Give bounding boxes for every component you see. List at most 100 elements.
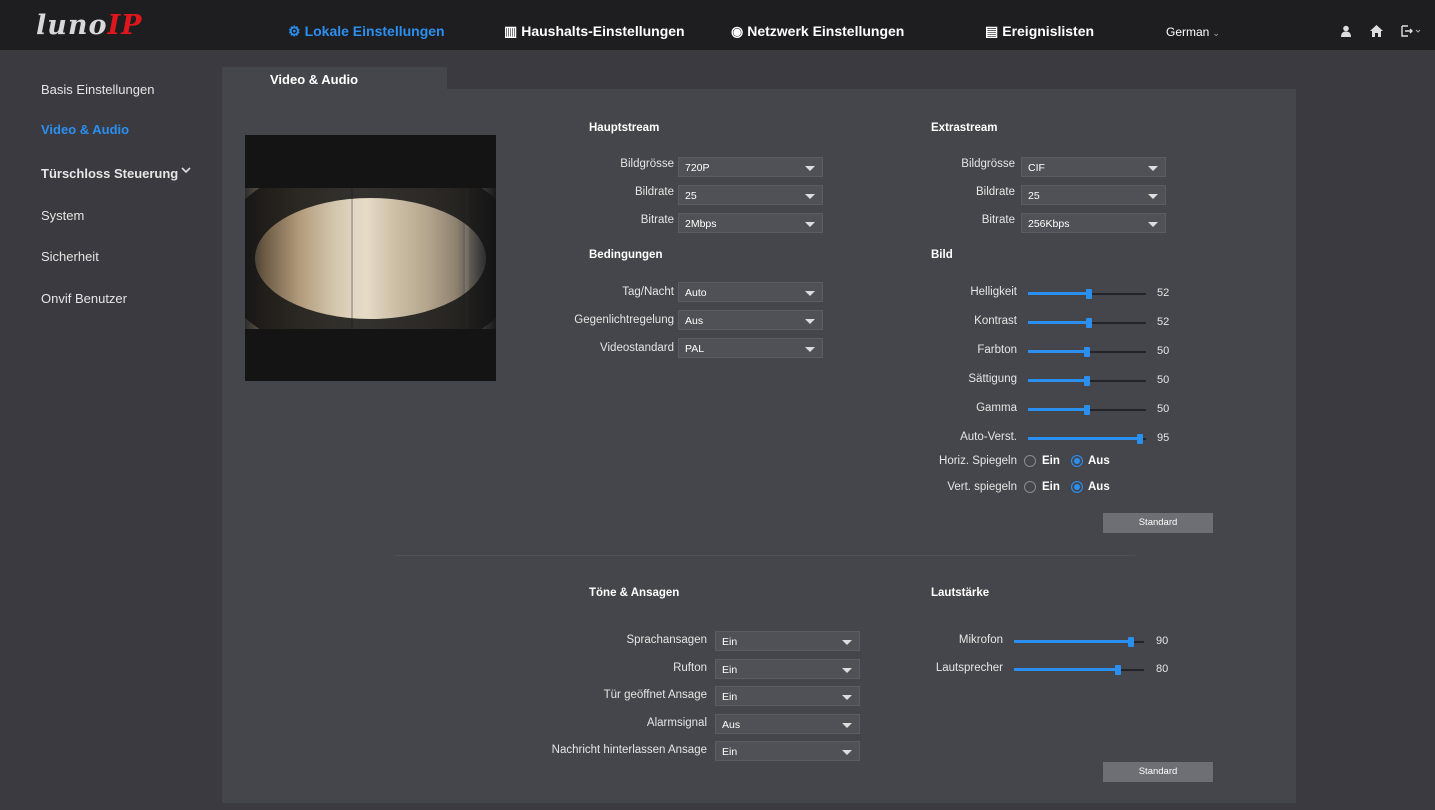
- slider-6[interactable]: [1028, 432, 1146, 446]
- slider-4[interactable]: [1028, 374, 1146, 388]
- select-tagnacht[interactable]: Auto: [678, 282, 823, 302]
- sidebar-item-system[interactable]: System: [41, 208, 84, 223]
- slider-fill: [1014, 668, 1118, 671]
- select-toene-1[interactable]: Ein: [715, 631, 860, 651]
- radio-vert-aus[interactable]: [1071, 481, 1083, 493]
- label-toene-5: Nachricht hinterlassen Ansage: [551, 744, 707, 756]
- slider-fill: [1028, 437, 1141, 440]
- select-toene-3[interactable]: Ein: [715, 686, 860, 706]
- user-icon[interactable]: [1340, 25, 1352, 40]
- slider-value: 50: [1157, 374, 1170, 386]
- sidebar-item-tuerschloss[interactable]: Türschloss Steuerung: [41, 166, 191, 181]
- nav-netzwerk-einstellungen[interactable]: ◉ Netzwerk Einstellungen: [731, 0, 904, 50]
- label-horiz-spiegeln: Horiz. Spiegeln: [939, 455, 1017, 467]
- section-bedingungen: Bedingungen: [589, 249, 663, 261]
- slider-fill: [1028, 321, 1090, 324]
- tab-video-audio[interactable]: Video & Audio: [270, 72, 358, 87]
- section-hauptstream: Hauptstream: [589, 122, 660, 134]
- slider-thumb[interactable]: [1084, 347, 1090, 357]
- slider-value: 50: [1157, 403, 1170, 415]
- logout-icon[interactable]: [1401, 25, 1421, 40]
- slider-thumb[interactable]: [1137, 434, 1144, 444]
- slider-thumb[interactable]: [1084, 405, 1090, 415]
- select-gegenlicht[interactable]: Aus: [678, 310, 823, 330]
- label-vert-aus: Aus: [1088, 481, 1110, 493]
- volume-slider-1[interactable]: [1014, 635, 1144, 649]
- select-haupt-bitrate[interactable]: 2Mbps: [678, 213, 823, 233]
- nav-lokale-einstellungen[interactable]: ⚙ Lokale Einstellungen: [288, 0, 445, 50]
- slider-value: 52: [1157, 287, 1170, 299]
- slider-5[interactable]: [1028, 403, 1146, 417]
- select-toene-4[interactable]: Aus: [715, 714, 860, 734]
- slider-value: 95: [1157, 432, 1170, 444]
- slider-2[interactable]: [1028, 316, 1146, 330]
- nav-ereignislisten[interactable]: ▤ Ereignislisten: [985, 0, 1094, 50]
- label-gegenlicht: Gegenlichtregelung: [574, 314, 674, 326]
- sidebar-item-sicherheit[interactable]: Sicherheit: [41, 249, 99, 264]
- dropdown-arrow-icon: [842, 640, 852, 645]
- section-bild: Bild: [931, 249, 953, 261]
- dropdown-arrow-icon: [842, 750, 852, 755]
- chevron-down-icon: [181, 166, 191, 177]
- label-horiz-aus: Aus: [1088, 455, 1110, 467]
- radio-vert-ein[interactable]: [1024, 481, 1036, 493]
- label-toene-4: Alarmsignal: [646, 717, 707, 729]
- dropdown-arrow-icon: [805, 291, 815, 296]
- language-select[interactable]: German ⌄: [1166, 25, 1220, 39]
- slider-label: Auto-Verst.: [960, 431, 1017, 443]
- select-toene-5[interactable]: Ein: [715, 741, 860, 761]
- section-extrastream: Extrastream: [931, 122, 998, 134]
- standard-button-bild[interactable]: Standard: [1103, 513, 1213, 533]
- video-preview: [245, 135, 496, 381]
- nav-haushalts-einstellungen[interactable]: ▥ Haushalts-Einstellungen: [504, 0, 685, 50]
- label-vert-spiegeln: Vert. spiegeln: [947, 481, 1017, 493]
- slider-thumb[interactable]: [1086, 318, 1093, 328]
- select-extra-bildrate[interactable]: 25: [1021, 185, 1166, 205]
- list-icon: ▤: [985, 23, 999, 39]
- dropdown-arrow-icon: [842, 695, 852, 700]
- slider-fill: [1028, 350, 1087, 353]
- slider-label: Lautsprecher: [935, 662, 1003, 674]
- slider-value: 52: [1157, 316, 1170, 328]
- slider-thumb[interactable]: [1115, 665, 1121, 675]
- label-toene-2: Rufton: [673, 662, 707, 674]
- radio-horiz-aus[interactable]: [1071, 455, 1083, 467]
- slider-value: 50: [1157, 345, 1170, 357]
- select-haupt-bildgroesse[interactable]: 720P: [678, 157, 823, 177]
- sidebar-item-onvif[interactable]: Onvif Benutzer: [41, 291, 127, 306]
- slider-value: 80: [1156, 663, 1169, 675]
- section-toene: Töne & Ansagen: [589, 587, 680, 599]
- section-lautstaerke: Lautstärke: [931, 587, 990, 599]
- select-toene-2[interactable]: Ein: [715, 659, 860, 679]
- slider-value: 90: [1156, 635, 1169, 647]
- dropdown-arrow-icon: [805, 222, 815, 227]
- dropdown-arrow-icon: [1148, 222, 1158, 227]
- slider-3[interactable]: [1028, 345, 1146, 359]
- label-toene-1: Sprachansagen: [626, 634, 707, 646]
- sidebar-item-video-audio[interactable]: Video & Audio: [41, 122, 129, 137]
- slider-thumb[interactable]: [1086, 289, 1093, 299]
- standard-button-laut[interactable]: Standard: [1103, 762, 1213, 782]
- select-videostandard[interactable]: PAL: [678, 338, 823, 358]
- sidebar-item-basis[interactable]: Basis Einstellungen: [41, 82, 154, 97]
- slider-thumb[interactable]: [1084, 376, 1090, 386]
- building-icon: ▥: [504, 23, 518, 39]
- select-extra-bildgroesse[interactable]: CIF: [1021, 157, 1166, 177]
- slider-thumb[interactable]: [1128, 637, 1134, 647]
- slider-1[interactable]: [1028, 287, 1146, 301]
- slider-fill: [1028, 292, 1090, 295]
- gear-icon: ⚙: [288, 23, 301, 39]
- label-tagnacht: Tag/Nacht: [622, 286, 674, 298]
- slider-label: Kontrast: [974, 315, 1017, 327]
- label-bildgroesse: Bildgrösse: [620, 158, 674, 170]
- home-icon[interactable]: [1370, 25, 1383, 40]
- globe-icon: ◉: [731, 23, 744, 39]
- label-extra-bildrate: Bildrate: [976, 186, 1015, 198]
- select-haupt-bildrate[interactable]: 25: [678, 185, 823, 205]
- select-extra-bitrate[interactable]: 256Kbps: [1021, 213, 1166, 233]
- volume-slider-2[interactable]: [1014, 663, 1144, 677]
- label-extra-bitrate: Bitrate: [981, 214, 1015, 226]
- slider-fill: [1028, 379, 1087, 382]
- radio-horiz-ein[interactable]: [1024, 455, 1036, 467]
- dropdown-arrow-icon: [805, 166, 815, 171]
